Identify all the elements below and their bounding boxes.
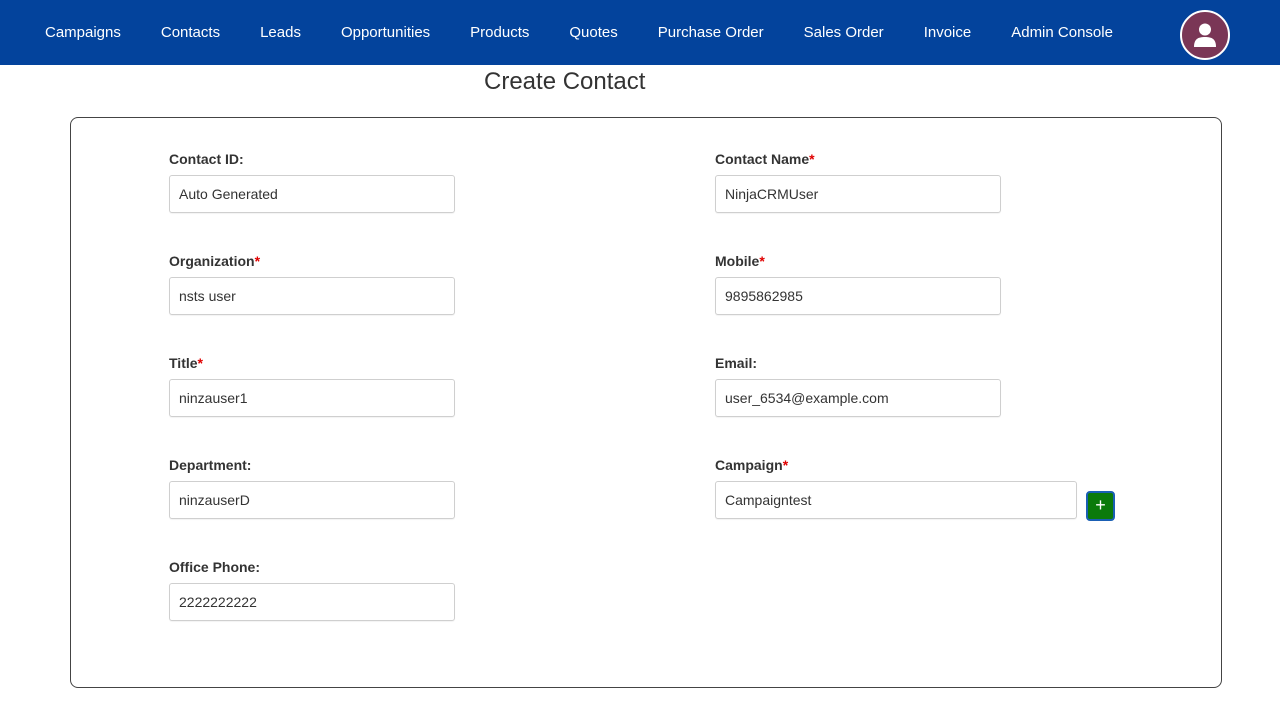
page-title: Create Contact [484, 68, 646, 95]
top-navbar: Campaigns Contacts Leads Opportunities P… [0, 0, 1280, 65]
nav-item-admin-console[interactable]: Admin Console [991, 0, 1133, 65]
department-field: Department: [169, 457, 455, 519]
nav-item-contacts[interactable]: Contacts [141, 0, 240, 65]
title-input[interactable] [169, 379, 455, 417]
nav-item-opportunities[interactable]: Opportunities [321, 0, 450, 65]
create-contact-form: Contact ID: Organization* Title* Departm… [70, 117, 1222, 688]
contact-id-label: Contact ID: [169, 151, 244, 167]
title-label: Title* [169, 355, 203, 371]
office-phone-label: Office Phone: [169, 559, 261, 575]
required-marker: * [254, 253, 261, 269]
department-input[interactable] [169, 481, 455, 519]
contact-id-field: Contact ID: [169, 151, 455, 213]
nav-item-products[interactable]: Products [450, 0, 549, 65]
nav-item-campaigns[interactable]: Campaigns [25, 0, 141, 65]
user-avatar-button[interactable] [1180, 10, 1230, 60]
campaign-input[interactable] [715, 481, 1077, 519]
required-marker: * [809, 151, 815, 167]
nav-item-purchase-order[interactable]: Purchase Order [638, 0, 784, 65]
department-label: Department: [169, 457, 252, 473]
campaign-field: Campaign* [715, 457, 1077, 519]
email-input[interactable] [715, 379, 1001, 417]
nav-menu: Campaigns Contacts Leads Opportunities P… [25, 0, 1133, 65]
nav-item-quotes[interactable]: Quotes [549, 0, 637, 65]
mobile-label: Mobile* [715, 253, 765, 269]
campaign-label: Campaign* [715, 457, 789, 473]
organization-label: Organization* [169, 253, 261, 269]
office-phone-field: Office Phone: [169, 559, 455, 621]
contact-name-input[interactable] [715, 175, 1001, 213]
nav-item-invoice[interactable]: Invoice [904, 0, 992, 65]
mobile-input[interactable] [715, 277, 1001, 315]
organization-input[interactable] [169, 277, 455, 315]
contact-name-label: Contact Name* [715, 151, 815, 167]
user-icon [1194, 23, 1216, 47]
contact-name-field: Contact Name* [715, 151, 1001, 213]
email-field: Email: [715, 355, 1001, 417]
organization-field: Organization* [169, 253, 455, 315]
required-marker: * [197, 355, 203, 371]
required-marker: * [759, 253, 765, 269]
email-label: Email: [715, 355, 758, 371]
office-phone-input[interactable] [169, 583, 455, 621]
required-marker: * [782, 457, 789, 473]
title-field: Title* [169, 355, 455, 417]
contact-id-input[interactable] [169, 175, 455, 213]
add-campaign-button[interactable]: + [1086, 491, 1115, 521]
mobile-field: Mobile* [715, 253, 1001, 315]
nav-item-leads[interactable]: Leads [240, 0, 321, 65]
nav-item-sales-order[interactable]: Sales Order [784, 0, 904, 65]
